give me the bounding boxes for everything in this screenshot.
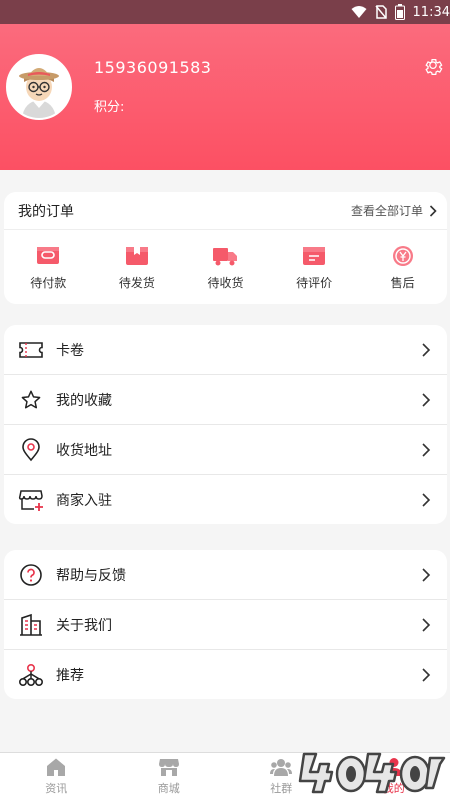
menu-item-help[interactable]: 帮助与反馈	[4, 550, 447, 600]
menu-item-coupons-label: 卡卷	[56, 342, 84, 359]
menu-item-favorites-label: 我的收藏	[56, 392, 112, 409]
order-pending-receipt[interactable]: 待收货	[181, 244, 270, 291]
chevron-right-icon	[422, 342, 431, 357]
points-label: 积分:	[94, 100, 125, 115]
wifi-icon	[351, 5, 367, 19]
menu-item-help-label: 帮助与反馈	[56, 567, 126, 584]
shop-icon	[158, 759, 179, 776]
order-pending-shipment-label: 待发货	[118, 275, 155, 290]
tab-mall-label: 商城	[157, 782, 180, 795]
yen-coin-icon	[392, 245, 413, 266]
review-icon	[303, 246, 326, 265]
home-icon	[47, 758, 66, 776]
menu-item-favorites[interactable]: 我的收藏	[4, 375, 447, 425]
view-all-orders-link[interactable]: 查看全部订单	[351, 202, 437, 219]
chevron-right-icon	[422, 442, 431, 457]
chevron-right-icon	[429, 204, 437, 217]
orders-status-row: 待付款 待发货 待收货 待评价 售后	[4, 230, 447, 304]
menu-item-about-label: 关于我们	[56, 617, 112, 634]
menu-item-merchant-label: 商家入驻	[56, 493, 112, 509]
menu-item-recommend[interactable]: 推荐	[4, 650, 447, 699]
chevron-right-icon	[422, 668, 431, 682]
order-pending-payment-label: 待付款	[30, 275, 67, 290]
avatar[interactable]	[6, 54, 72, 120]
package-icon	[125, 246, 148, 265]
group-icon	[270, 759, 293, 776]
status-time: 11:34	[412, 4, 450, 20]
menu-card-services: 卡卷 我的收藏 收货地址 商家入驻	[4, 325, 447, 524]
order-pending-review-label: 待评价	[296, 275, 333, 290]
order-after-sales-label: 售后	[390, 275, 415, 290]
menu-item-recommend-label: 推荐	[56, 668, 84, 684]
view-all-orders-label: 查看全部订单	[350, 204, 423, 218]
order-after-sales[interactable]: 售后	[358, 244, 447, 291]
profile-header: 15936091583 积分:	[0, 24, 450, 170]
order-pending-review[interactable]: 待评价	[270, 244, 359, 291]
settings-gear-icon[interactable]	[422, 56, 444, 78]
orders-card: 我的订单 查看全部订单 待付款 待发货 待收货 待评价 售后	[4, 192, 447, 304]
store-icon	[18, 487, 44, 513]
chevron-right-icon	[422, 617, 431, 632]
share-network-icon	[18, 662, 44, 688]
phone-number: 15936091583	[94, 58, 212, 77]
menu-item-merchant[interactable]: 商家入驻	[4, 475, 447, 524]
wallet-icon	[37, 246, 60, 264]
star-icon	[18, 387, 44, 413]
tab-community-label: 社群	[270, 782, 293, 795]
menu-card-about: 帮助与反馈 关于我们 推荐	[4, 550, 447, 699]
help-icon	[18, 562, 44, 588]
menu-item-coupons[interactable]: 卡卷	[4, 325, 447, 375]
menu-item-about[interactable]: 关于我们	[4, 600, 447, 650]
order-pending-shipment[interactable]: 待发货	[93, 244, 182, 291]
building-icon	[18, 612, 44, 638]
order-pending-payment[interactable]: 待付款	[4, 244, 93, 291]
menu-item-address[interactable]: 收货地址	[4, 425, 447, 475]
battery-icon	[394, 4, 405, 20]
tab-news[interactable]: 资讯	[0, 753, 113, 800]
status-bar: 11:34	[0, 0, 450, 24]
orders-header: 我的订单 查看全部订单	[4, 192, 447, 230]
watermark-logo	[296, 744, 446, 800]
orders-title: 我的订单	[18, 203, 74, 220]
tab-news-label: 资讯	[45, 782, 68, 795]
no-sim-icon	[374, 5, 387, 19]
location-pin-icon	[18, 437, 44, 463]
tab-mall[interactable]: 商城	[113, 753, 226, 800]
ticket-icon	[18, 337, 44, 363]
chevron-right-icon	[422, 493, 431, 507]
menu-item-address-label: 收货地址	[56, 442, 112, 459]
chevron-right-icon	[422, 392, 431, 407]
truck-icon	[213, 247, 238, 265]
chevron-right-icon	[422, 567, 431, 582]
order-pending-receipt-label: 待收货	[207, 275, 244, 290]
